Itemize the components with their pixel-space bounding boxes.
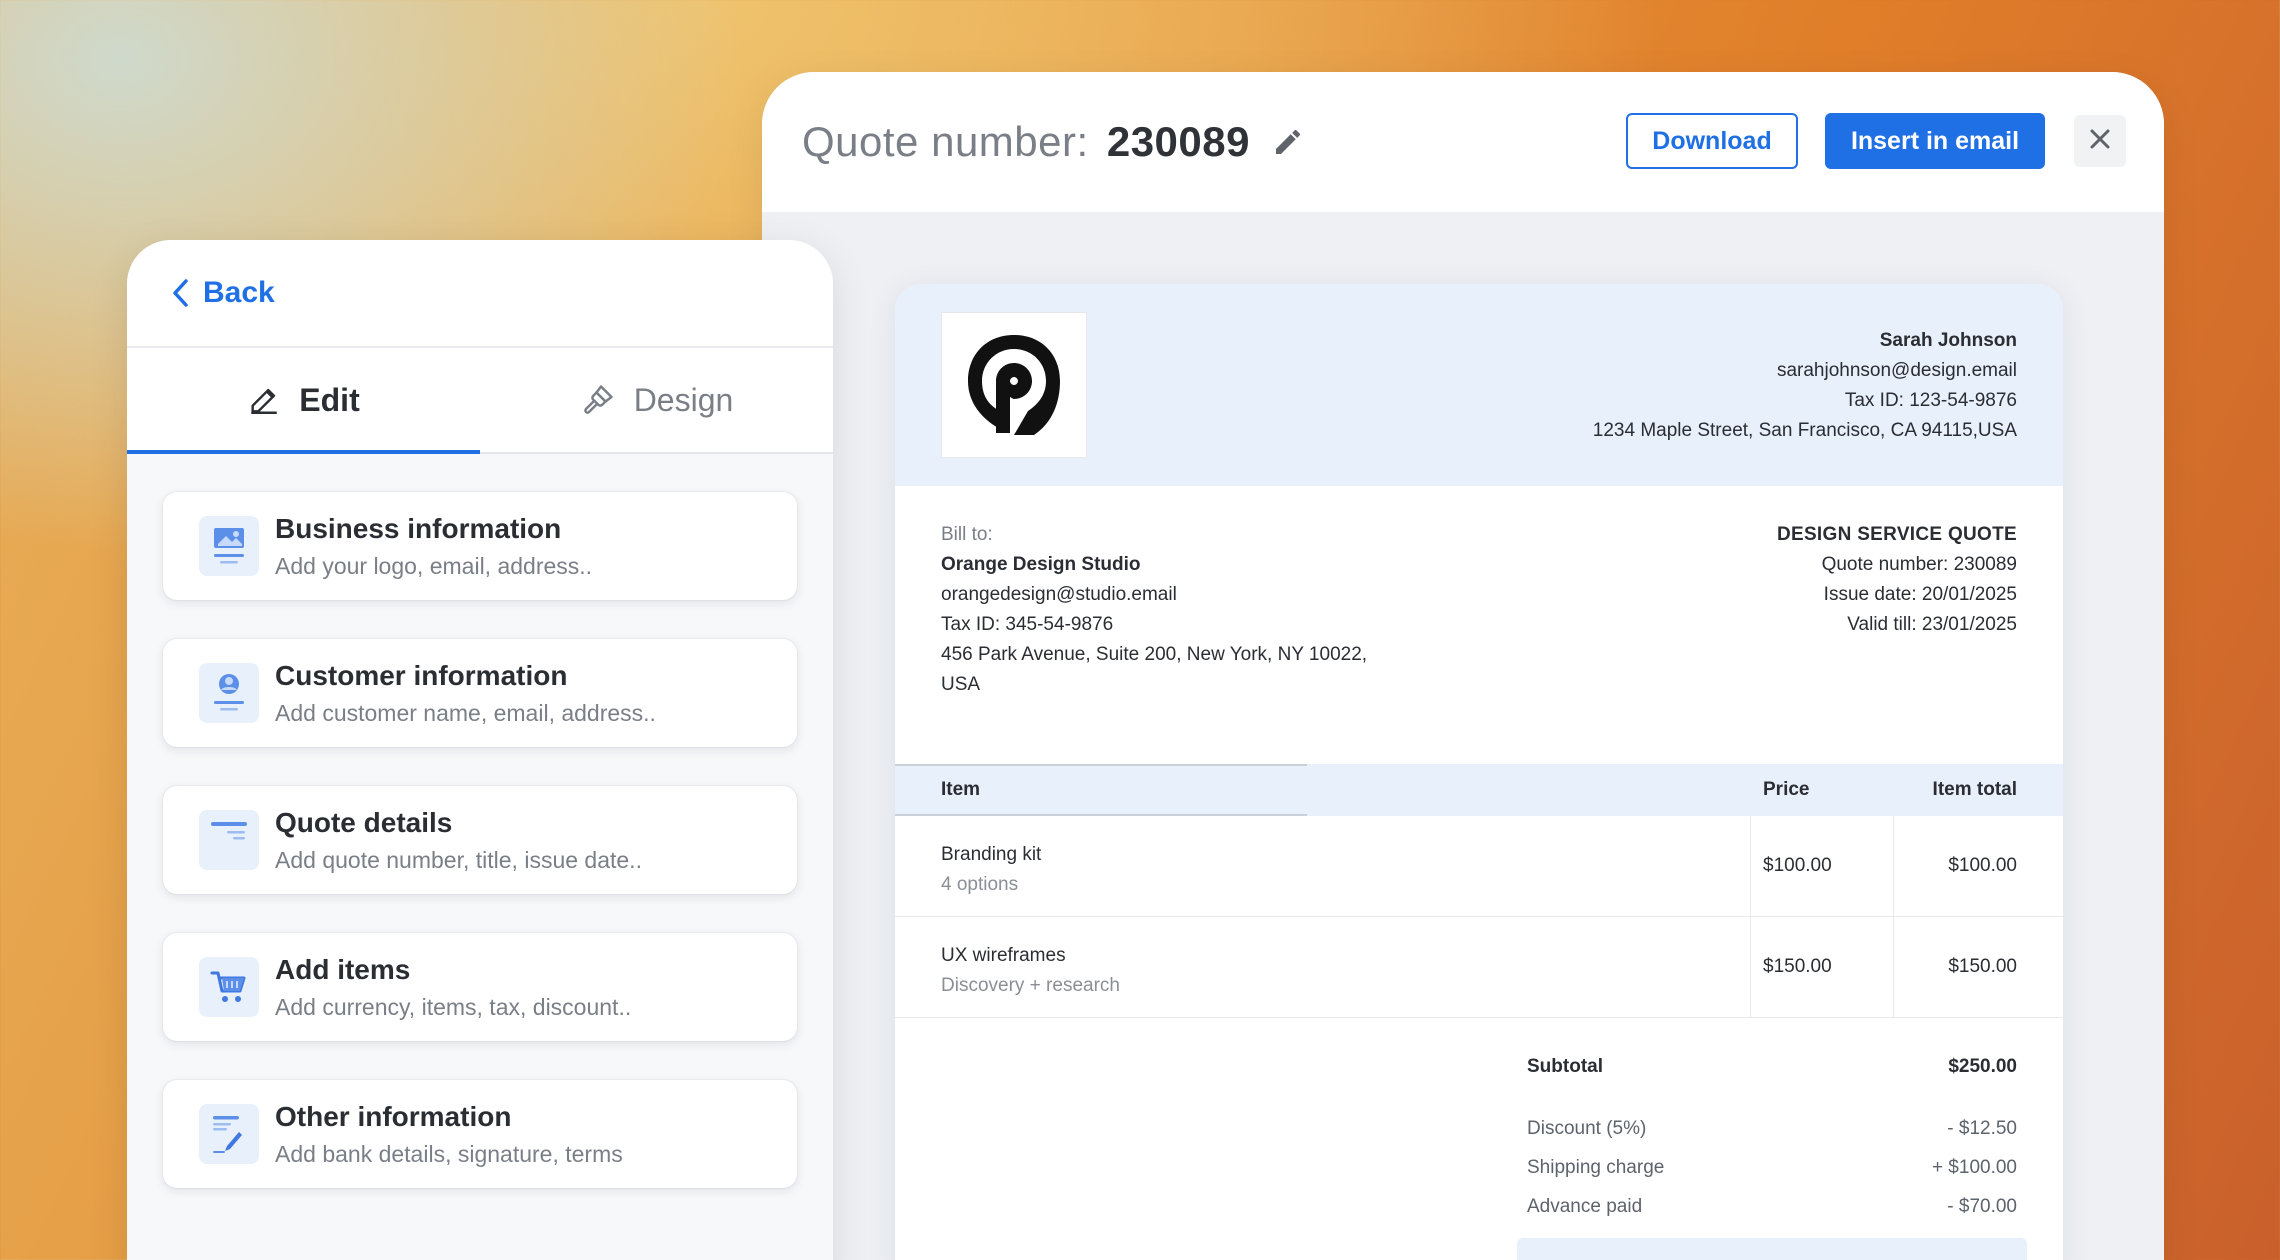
card-other-information[interactable]: Other information Add bank details, sign… bbox=[163, 1080, 797, 1188]
item-subtitle: Discovery + research bbox=[941, 975, 1120, 996]
table-row[interactable]: UX wireframes Discovery + research $150.… bbox=[895, 917, 2063, 1018]
quote-title-label: Quote number: bbox=[802, 118, 1089, 165]
shipping-label: Shipping charge bbox=[1527, 1157, 1665, 1178]
user-card-icon bbox=[199, 663, 259, 723]
section-cards: Business information Add your logo, emai… bbox=[127, 454, 833, 1188]
header-item-total: Item total bbox=[1932, 779, 2017, 800]
quote-header: Quote number: 230089 Download Insert in … bbox=[762, 72, 2164, 212]
item-name: UX wireframes bbox=[941, 945, 1066, 966]
discount-label: Discount (5%) bbox=[1527, 1118, 1647, 1139]
card-subtitle: Add your logo, email, address.. bbox=[275, 552, 593, 579]
card-title: Quote details bbox=[275, 806, 453, 838]
issue-date: Issue date: 20/01/2025 bbox=[1823, 584, 2017, 605]
seller-name: Sarah Johnson bbox=[1879, 330, 2017, 351]
card-customer-information[interactable]: Customer information Add customer name, … bbox=[163, 639, 797, 747]
card-subtitle: Add currency, items, tax, discount.. bbox=[275, 993, 632, 1020]
document-title: DESIGN SERVICE QUOTE bbox=[1776, 524, 2017, 545]
download-button[interactable]: Download bbox=[1626, 113, 1798, 169]
tab-edit-label: Edit bbox=[299, 381, 360, 418]
seller-email: sarahjohnson@design.email bbox=[1776, 360, 2017, 381]
pen-icon bbox=[251, 388, 278, 414]
customer-email: orangedesign@studio.email bbox=[941, 584, 1177, 605]
quote-number: Quote number: 230089 bbox=[1821, 554, 2017, 575]
quote-title-number: 230089 bbox=[1106, 118, 1250, 165]
billing-section: Bill to: Orange Design Studio orangedesi… bbox=[895, 486, 2063, 764]
card-title: Add items bbox=[275, 953, 411, 985]
seller-address: 1234 Maple Street, San Francisco, CA 941… bbox=[1592, 420, 2017, 441]
bill-to: Bill to: Orange Design Studio orangedesi… bbox=[941, 520, 1411, 700]
advance-label: Advance paid bbox=[1527, 1196, 1643, 1217]
card-title: Customer information bbox=[275, 659, 568, 691]
header-item: Item bbox=[941, 779, 981, 800]
summary-section: Subtotal $250.00 Discount (5%) - $12.50 … bbox=[895, 1018, 2063, 1260]
close-icon bbox=[2089, 128, 2111, 155]
subtotal-row: Subtotal $250.00 bbox=[1527, 1056, 2017, 1078]
advance-value: - $70.00 bbox=[1947, 1196, 2017, 1217]
discount-row: Discount (5%) - $12.50 bbox=[1527, 1118, 2017, 1140]
item-price: $150.00 bbox=[1763, 956, 1832, 977]
valid-till: Valid till: 23/01/2025 bbox=[1847, 614, 2017, 635]
subtotal-value: $250.00 bbox=[1948, 1056, 2017, 1077]
advance-row: Advance paid - $70.00 bbox=[1527, 1196, 2017, 1218]
chevron-left-icon bbox=[173, 279, 188, 307]
items-table-header: Item Price Item total bbox=[895, 764, 2063, 816]
header-price: Price bbox=[1763, 779, 1810, 800]
card-subtitle: Add customer name, email, address.. bbox=[275, 699, 656, 726]
table-row[interactable]: Branding kit 4 options $100.00 $100.00 bbox=[895, 816, 2063, 917]
card-subtitle: Add bank details, signature, terms bbox=[275, 1140, 623, 1167]
paintbrush-icon bbox=[583, 385, 613, 414]
card-quote-details[interactable]: Quote details Add quote number, title, i… bbox=[163, 786, 797, 894]
item-name: Branding kit bbox=[941, 844, 1042, 865]
card-subtitle: Add quote number, title, issue date.. bbox=[275, 846, 642, 873]
item-price: $100.00 bbox=[1763, 855, 1832, 876]
pencil-icon[interactable] bbox=[1272, 126, 1304, 158]
document-icon bbox=[199, 810, 259, 870]
discount-value: - $12.50 bbox=[1947, 1118, 2017, 1139]
signature-icon bbox=[199, 1104, 259, 1164]
business-logo bbox=[941, 312, 1087, 458]
seller-tax-id: Tax ID: 123-54-9876 bbox=[1844, 390, 2017, 411]
shipping-value: + $100.00 bbox=[1931, 1157, 2017, 1178]
tab-design-label: Design bbox=[633, 381, 734, 418]
tab-design[interactable]: Design bbox=[480, 348, 833, 452]
card-title: Business information bbox=[275, 512, 562, 544]
quote-document: Sarah Johnson sarahjohnson@design.email … bbox=[895, 284, 2063, 1260]
logo-icon bbox=[968, 335, 1060, 435]
back-bar: Back bbox=[127, 240, 833, 348]
panel-tabs: Edit Design bbox=[127, 348, 833, 454]
seller-details: Sarah Johnson sarahjohnson@design.email … bbox=[1593, 326, 2017, 446]
customer-address-line1: 456 Park Avenue, Suite 200, New York, NY… bbox=[941, 644, 1368, 665]
quote-title: Quote number: 230089 bbox=[802, 118, 1250, 166]
shipping-row: Shipping charge + $100.00 bbox=[1527, 1157, 2017, 1179]
card-add-items[interactable]: Add items Add currency, items, tax, disc… bbox=[163, 933, 797, 1041]
card-title: Other information bbox=[275, 1100, 512, 1132]
insert-in-email-button[interactable]: Insert in email bbox=[1825, 113, 2045, 169]
cart-icon bbox=[199, 957, 259, 1017]
customer-tax-id: Tax ID: 345-54-9876 bbox=[941, 614, 1114, 635]
item-total: $150.00 bbox=[1948, 956, 2017, 977]
total-payable-bar bbox=[1517, 1238, 2027, 1260]
customer-address-line2: USA bbox=[941, 674, 981, 695]
close-button[interactable] bbox=[2074, 115, 2126, 167]
back-label: Back bbox=[203, 276, 275, 309]
image-card-icon bbox=[199, 516, 259, 576]
seller-section: Sarah Johnson sarahjohnson@design.email … bbox=[895, 284, 2063, 486]
quote-meta: DESIGN SERVICE QUOTE Quote number: 23008… bbox=[1777, 520, 2017, 640]
card-business-information[interactable]: Business information Add your logo, emai… bbox=[163, 492, 797, 600]
item-total: $100.00 bbox=[1948, 855, 2017, 876]
item-subtitle: 4 options bbox=[941, 874, 1019, 895]
subtotal-label: Subtotal bbox=[1527, 1056, 1603, 1077]
tab-edit[interactable]: Edit bbox=[127, 348, 480, 454]
back-button[interactable]: Back bbox=[171, 276, 275, 310]
edit-panel: Back Edit Design Business information Ad… bbox=[127, 240, 833, 1260]
bill-to-label: Bill to: bbox=[941, 524, 993, 545]
customer-name: Orange Design Studio bbox=[941, 554, 1141, 575]
